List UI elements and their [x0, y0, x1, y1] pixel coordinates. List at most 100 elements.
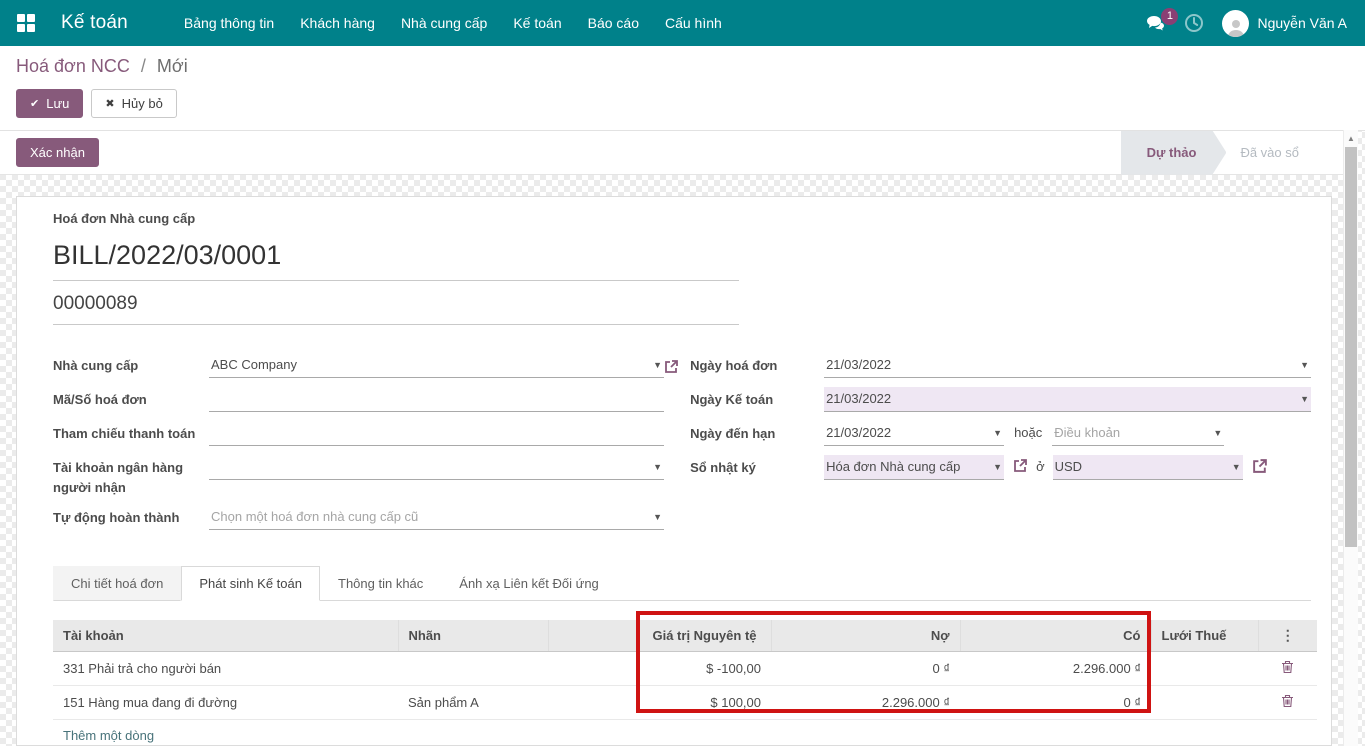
app-name[interactable]: Kế toán	[61, 12, 128, 34]
col-debit[interactable]: Nợ	[771, 620, 960, 652]
bill-ref-field[interactable]	[209, 387, 664, 412]
table-header-row: Tài khoản Nhãn Giá trị Nguyên tệ Nợ Có L…	[53, 620, 1317, 652]
chevron-down-icon[interactable]: ▼	[1300, 394, 1309, 404]
col-account[interactable]: Tài khoản	[53, 620, 398, 652]
menu-customers[interactable]: Khách hàng	[287, 0, 388, 46]
scrollbar[interactable]: ▲	[1343, 130, 1358, 746]
user-menu[interactable]: Nguyễn Văn A	[1222, 10, 1347, 37]
delete-row-icon[interactable]	[1281, 694, 1294, 708]
cell-tax-grid[interactable]	[1151, 686, 1258, 720]
chevron-down-icon[interactable]: ▼	[1232, 462, 1241, 472]
scroll-up-arrow-icon[interactable]: ▲	[1344, 130, 1358, 146]
menu-reports[interactable]: Báo cáo	[575, 0, 652, 46]
chevron-down-icon[interactable]: ▼	[653, 360, 662, 370]
discard-button[interactable]: ✖ Hủy bỏ	[91, 89, 176, 118]
col-currency-value[interactable]: Giá trị Nguyên tệ	[638, 620, 771, 652]
chevron-down-icon[interactable]: ▼	[1213, 428, 1222, 438]
bill-date-field[interactable]: 21/03/2022 ▼	[824, 353, 1311, 378]
status-step-posted[interactable]: Đã vào sổ	[1226, 131, 1319, 175]
close-icon: ✖	[105, 97, 114, 110]
autocomplete-field[interactable]: Chọn một hoá đơn nhà cung cấp cũ ▼	[209, 505, 664, 530]
optional-columns-icon[interactable]: ⋮	[1269, 627, 1308, 644]
fields-right-column: Ngày hoá đơn 21/03/2022 ▼ Ngày Kế toán 2…	[664, 353, 1311, 539]
journal-items-table: Tài khoản Nhãn Giá trị Nguyên tệ Nợ Có L…	[53, 620, 1317, 746]
tab-other-info[interactable]: Thông tin khác	[320, 566, 441, 601]
col-tax-grid[interactable]: Lưới Thuế	[1151, 620, 1258, 652]
table-row[interactable]: 151 Hàng mua đang đi đường Sản phẩm A $ …	[53, 686, 1317, 720]
bill-date-label: Ngày hoá đơn	[690, 353, 824, 376]
reference-input[interactable]: 00000089	[53, 281, 739, 325]
bank-account-field[interactable]: ▼	[209, 455, 664, 480]
tab-journal-items[interactable]: Phát sinh Kế toán	[181, 566, 320, 601]
bill-ref-label: Mã/Số hoá đơn	[53, 387, 209, 410]
chevron-down-icon[interactable]: ▼	[653, 462, 662, 472]
supplier-field[interactable]: ABC Company ▼	[209, 353, 664, 378]
cell-account[interactable]: 151 Hàng mua đang đi đường	[53, 686, 398, 720]
cell-label[interactable]: Sản phẩm A	[398, 686, 548, 720]
breadcrumb-parent[interactable]: Hoá đơn NCC	[16, 56, 130, 76]
form-sheet: Hoá đơn Nhà cung cấp BILL/2022/03/0001 0…	[16, 196, 1332, 746]
menu-dashboard[interactable]: Bảng thông tin	[171, 0, 287, 46]
journal-label: Sổ nhật ký	[690, 455, 824, 478]
chevron-down-icon[interactable]: ▼	[993, 462, 1002, 472]
chevron-down-icon[interactable]: ▼	[653, 512, 662, 522]
cell-debit[interactable]: 2.296.000 ₫	[771, 686, 960, 720]
status-bar: Xác nhận Dự thảo Đã vào sổ	[0, 131, 1343, 175]
breadcrumb: Hoá đơn NCC / Mới	[16, 56, 1349, 77]
due-date-label: Ngày đến hạn	[690, 421, 824, 444]
supplier-label: Nhà cung cấp	[53, 353, 209, 376]
tab-invoice-lines[interactable]: Chi tiết hoá đơn	[53, 566, 181, 601]
journal-field[interactable]: Hóa đơn Nhà cung cấp ▼	[824, 455, 1004, 480]
accounting-date-label: Ngày Kế toán	[690, 387, 824, 410]
accounting-date-field[interactable]: 21/03/2022 ▼	[824, 387, 1311, 412]
add-line-link[interactable]: Thêm một dòng	[53, 720, 1317, 746]
cell-label[interactable]	[398, 652, 548, 686]
bill-number-input[interactable]: BILL/2022/03/0001	[53, 240, 739, 281]
cell-debit[interactable]: 0 ₫	[771, 652, 960, 686]
document-type-label: Hoá đơn Nhà cung cấp	[53, 211, 1311, 226]
bank-account-label: Tài khoản ngân hàng người nhận	[53, 455, 209, 498]
scrollbar-thumb[interactable]	[1345, 147, 1357, 547]
breadcrumb-current: Mới	[157, 56, 188, 76]
save-button[interactable]: ✔ Lưu	[16, 89, 83, 118]
or-text: hoặc	[1004, 421, 1052, 440]
payment-terms-field[interactable]: Điều khoản ▼	[1052, 421, 1224, 446]
supplier-external-link-icon[interactable]	[664, 356, 690, 374]
payment-ref-field[interactable]	[209, 421, 664, 446]
menu-accounting[interactable]: Kế toán	[500, 0, 574, 46]
menu-config[interactable]: Cấu hình	[652, 0, 735, 46]
cell-currency[interactable]: $ 100,00	[638, 686, 771, 720]
currency-field[interactable]: USD ▼	[1053, 455, 1243, 480]
col-credit[interactable]: Có	[960, 620, 1151, 652]
chevron-down-icon[interactable]: ▼	[1300, 360, 1309, 370]
col-label[interactable]: Nhãn	[398, 620, 548, 652]
notebook-tabs: Chi tiết hoá đơn Phát sinh Kế toán Thông…	[53, 565, 1311, 601]
message-count-badge: 1	[1161, 8, 1178, 25]
at-text: ở	[1028, 455, 1053, 474]
messages-button[interactable]: 1	[1146, 15, 1166, 32]
breadcrumb-separator: /	[141, 56, 146, 76]
cell-credit[interactable]: 2.296.000 ₫	[960, 652, 1151, 686]
activities-clock-icon[interactable]	[1184, 13, 1204, 33]
due-date-field[interactable]: 21/03/2022 ▼	[824, 421, 1004, 446]
cell-credit[interactable]: 0 ₫	[960, 686, 1151, 720]
cell-account[interactable]: 331 Phải trả cho người bán	[53, 652, 398, 686]
menu-vendors[interactable]: Nhà cung cấp	[388, 0, 500, 46]
tab-counterpart[interactable]: Ánh xạ Liên kết Đối ứng	[441, 566, 617, 601]
chevron-down-icon[interactable]: ▼	[993, 428, 1002, 438]
status-step-draft[interactable]: Dự thảo	[1121, 131, 1227, 175]
payment-ref-label: Tham chiếu thanh toán	[53, 421, 209, 444]
apps-menu-icon[interactable]	[17, 14, 35, 32]
currency-external-link-icon[interactable]	[1252, 455, 1268, 474]
table-row[interactable]: 331 Phải trả cho người bán $ -100,00 0 ₫…	[53, 652, 1317, 686]
top-navbar: Kế toán Bảng thông tin Khách hàng Nhà cu…	[0, 0, 1365, 46]
confirm-button[interactable]: Xác nhận	[16, 138, 99, 167]
fields-left-column: Nhà cung cấp ABC Company ▼ Mã/Số hoá đơn…	[53, 353, 664, 539]
col-empty	[548, 620, 638, 652]
autocomplete-label: Tự động hoàn thành	[53, 505, 209, 528]
cell-currency[interactable]: $ -100,00	[638, 652, 771, 686]
user-name: Nguyễn Văn A	[1257, 15, 1347, 31]
cell-tax-grid[interactable]	[1151, 652, 1258, 686]
delete-row-icon[interactable]	[1281, 660, 1294, 674]
journal-external-link-icon[interactable]	[1013, 455, 1028, 473]
